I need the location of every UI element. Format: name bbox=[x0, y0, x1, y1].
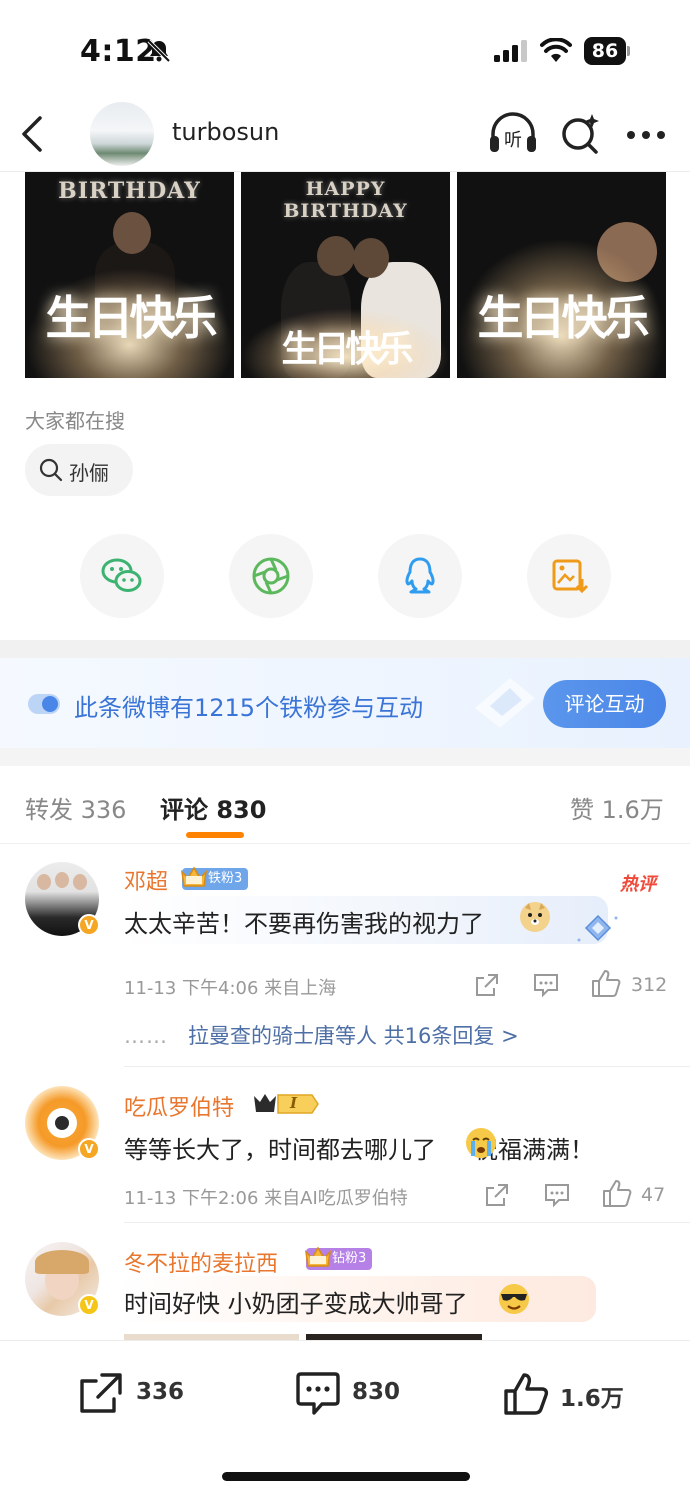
comment-1-replies-link[interactable]: …… 拉曼查的骑士唐等人 共16条回复 > bbox=[124, 1020, 519, 1050]
iron-fan-banner[interactable]: 此条微博有1215个铁粉参与互动 评论互动 bbox=[0, 658, 690, 748]
comment-icon[interactable] bbox=[532, 972, 560, 998]
tab-repost[interactable]: 转发 336 bbox=[25, 790, 126, 825]
comment-count: 830 bbox=[352, 1379, 401, 1405]
comment-1-text: 太太辛苦！不要再伤害我的视力了 bbox=[124, 910, 484, 938]
comment-button[interactable]: 830 bbox=[294, 1371, 404, 1415]
hot-comment-tag: 热评 bbox=[620, 874, 656, 895]
comment-icon[interactable] bbox=[543, 1182, 571, 1208]
nav-username[interactable]: turbosun bbox=[172, 118, 279, 146]
battery-icon: 86 bbox=[584, 37, 630, 65]
photo-1-balloon-text: BIRTHDAY bbox=[58, 178, 201, 204]
comment-2-meta: 11-13 下午2:06 来自AI吃瓜罗伯特 bbox=[124, 1188, 408, 1209]
photo-grid: BIRTHDAY 生日快乐 HAPPY BIRTHDAY 生日快乐 生日快乐 bbox=[25, 172, 667, 378]
search-icon bbox=[39, 458, 63, 482]
tab-like[interactable]: 赞 1.6万 bbox=[570, 790, 664, 825]
search-chip-label: 孙俪 bbox=[69, 461, 109, 485]
banner-decoration-icon bbox=[475, 678, 535, 728]
search-icon[interactable] bbox=[560, 112, 600, 156]
comment-3-name[interactable]: 冬不拉的麦拉西 bbox=[124, 1246, 278, 1278]
tabs-bar: 转发 336 评论 830 赞 1.6万 bbox=[0, 766, 690, 844]
like-icon[interactable] bbox=[601, 1178, 633, 1208]
share-icon[interactable] bbox=[474, 972, 500, 998]
top-nav: turbosun 听 bbox=[0, 100, 690, 172]
comment-2-likes: 47 bbox=[641, 1184, 666, 1206]
qq-icon bbox=[405, 557, 435, 594]
home-indicator[interactable] bbox=[222, 1472, 470, 1481]
comment-2-name[interactable]: 吃瓜罗伯特 bbox=[124, 1090, 234, 1122]
comment-1-likes: 312 bbox=[631, 974, 668, 996]
verified-badge-icon: V bbox=[78, 914, 100, 936]
doge-emoji-icon bbox=[520, 902, 550, 932]
photo-3-cake-text: 生日快乐 bbox=[477, 291, 650, 345]
comment-1-fan-badge: 铁粉3 bbox=[180, 866, 249, 890]
sparkle-icon bbox=[577, 914, 618, 942]
comment-2-badge-label: I bbox=[290, 1094, 298, 1112]
user-avatar[interactable] bbox=[90, 102, 154, 166]
crown-icon bbox=[254, 1094, 319, 1114]
like-icon bbox=[504, 1373, 549, 1415]
crown-icon bbox=[180, 866, 208, 887]
comment-interact-button[interactable]: 评论互动 bbox=[543, 680, 666, 728]
verified-badge-icon: V bbox=[78, 1294, 100, 1316]
cellular-signal-icon bbox=[494, 40, 527, 62]
moments-icon bbox=[252, 557, 290, 595]
comment-1-badge-label: 铁粉3 bbox=[208, 871, 243, 886]
crying-emoji-icon bbox=[466, 1128, 496, 1158]
tab-comment[interactable]: 评论 830 bbox=[160, 790, 266, 825]
save-image-button[interactable] bbox=[527, 534, 611, 618]
photo-1[interactable]: BIRTHDAY 生日快乐 bbox=[25, 172, 234, 378]
comment-3-text: 时间好快 小奶团子变成大帅哥了 bbox=[124, 1290, 468, 1318]
share-row bbox=[0, 534, 690, 624]
photo-3[interactable]: 生日快乐 bbox=[457, 172, 666, 378]
photo-2[interactable]: HAPPY BIRTHDAY 生日快乐 bbox=[241, 172, 450, 378]
comment-1-meta: 11-13 下午4:06 来自上海 bbox=[124, 978, 337, 999]
comment-icon bbox=[296, 1372, 340, 1415]
comment-3-fan-badge: 钻粉3 bbox=[304, 1246, 373, 1270]
cool-emoji-icon bbox=[499, 1284, 529, 1314]
toggle-icon bbox=[28, 694, 60, 714]
listen-label: 听 bbox=[504, 130, 522, 151]
like-icon[interactable] bbox=[590, 968, 622, 998]
comment-1-name[interactable]: 邓超 bbox=[124, 864, 168, 896]
repost-button[interactable]: 336 bbox=[78, 1371, 188, 1415]
crown-icon bbox=[304, 1246, 332, 1267]
save-image-icon bbox=[552, 559, 589, 594]
repost-count: 336 bbox=[136, 1379, 185, 1405]
repost-icon bbox=[80, 1373, 122, 1413]
like-button[interactable]: 1.6万 bbox=[502, 1371, 632, 1415]
share-icon[interactable] bbox=[484, 1182, 510, 1208]
comment-2-member-badge: I bbox=[252, 1092, 320, 1116]
status-bar: 4:12 86 bbox=[0, 0, 690, 100]
wechat-icon bbox=[101, 558, 142, 592]
tab-active-indicator bbox=[186, 832, 244, 838]
back-arrow-icon[interactable] bbox=[18, 114, 48, 154]
photo-2-balloon-text: HAPPY BIRTHDAY bbox=[283, 178, 408, 222]
photo-1-cake-text: 生日快乐 bbox=[45, 291, 218, 345]
comment-3-badge-label: 钻粉3 bbox=[332, 1251, 367, 1266]
share-qq-button[interactable] bbox=[378, 534, 462, 618]
wifi-icon bbox=[540, 38, 572, 62]
share-wechat-button[interactable] bbox=[80, 534, 164, 618]
more-icon[interactable] bbox=[626, 130, 666, 140]
share-moments-button[interactable] bbox=[229, 534, 313, 618]
battery-level: 86 bbox=[584, 37, 626, 65]
banner-text: 此条微博有1215个铁粉参与互动 bbox=[74, 694, 424, 722]
search-chip[interactable]: 孙俪 bbox=[25, 444, 133, 496]
like-count: 1.6万 bbox=[560, 1386, 624, 1412]
bell-muted-icon bbox=[147, 39, 171, 63]
listen-icon[interactable]: 听 bbox=[488, 112, 538, 158]
trending-search-title: 大家都在搜 bbox=[25, 409, 125, 433]
photo-2-cake-text: 生日快乐 bbox=[281, 329, 413, 370]
verified-badge-icon: V bbox=[78, 1138, 100, 1160]
comment-2-text: 等等长大了，时间都去哪儿了 祝福满满！ bbox=[124, 1136, 594, 1164]
